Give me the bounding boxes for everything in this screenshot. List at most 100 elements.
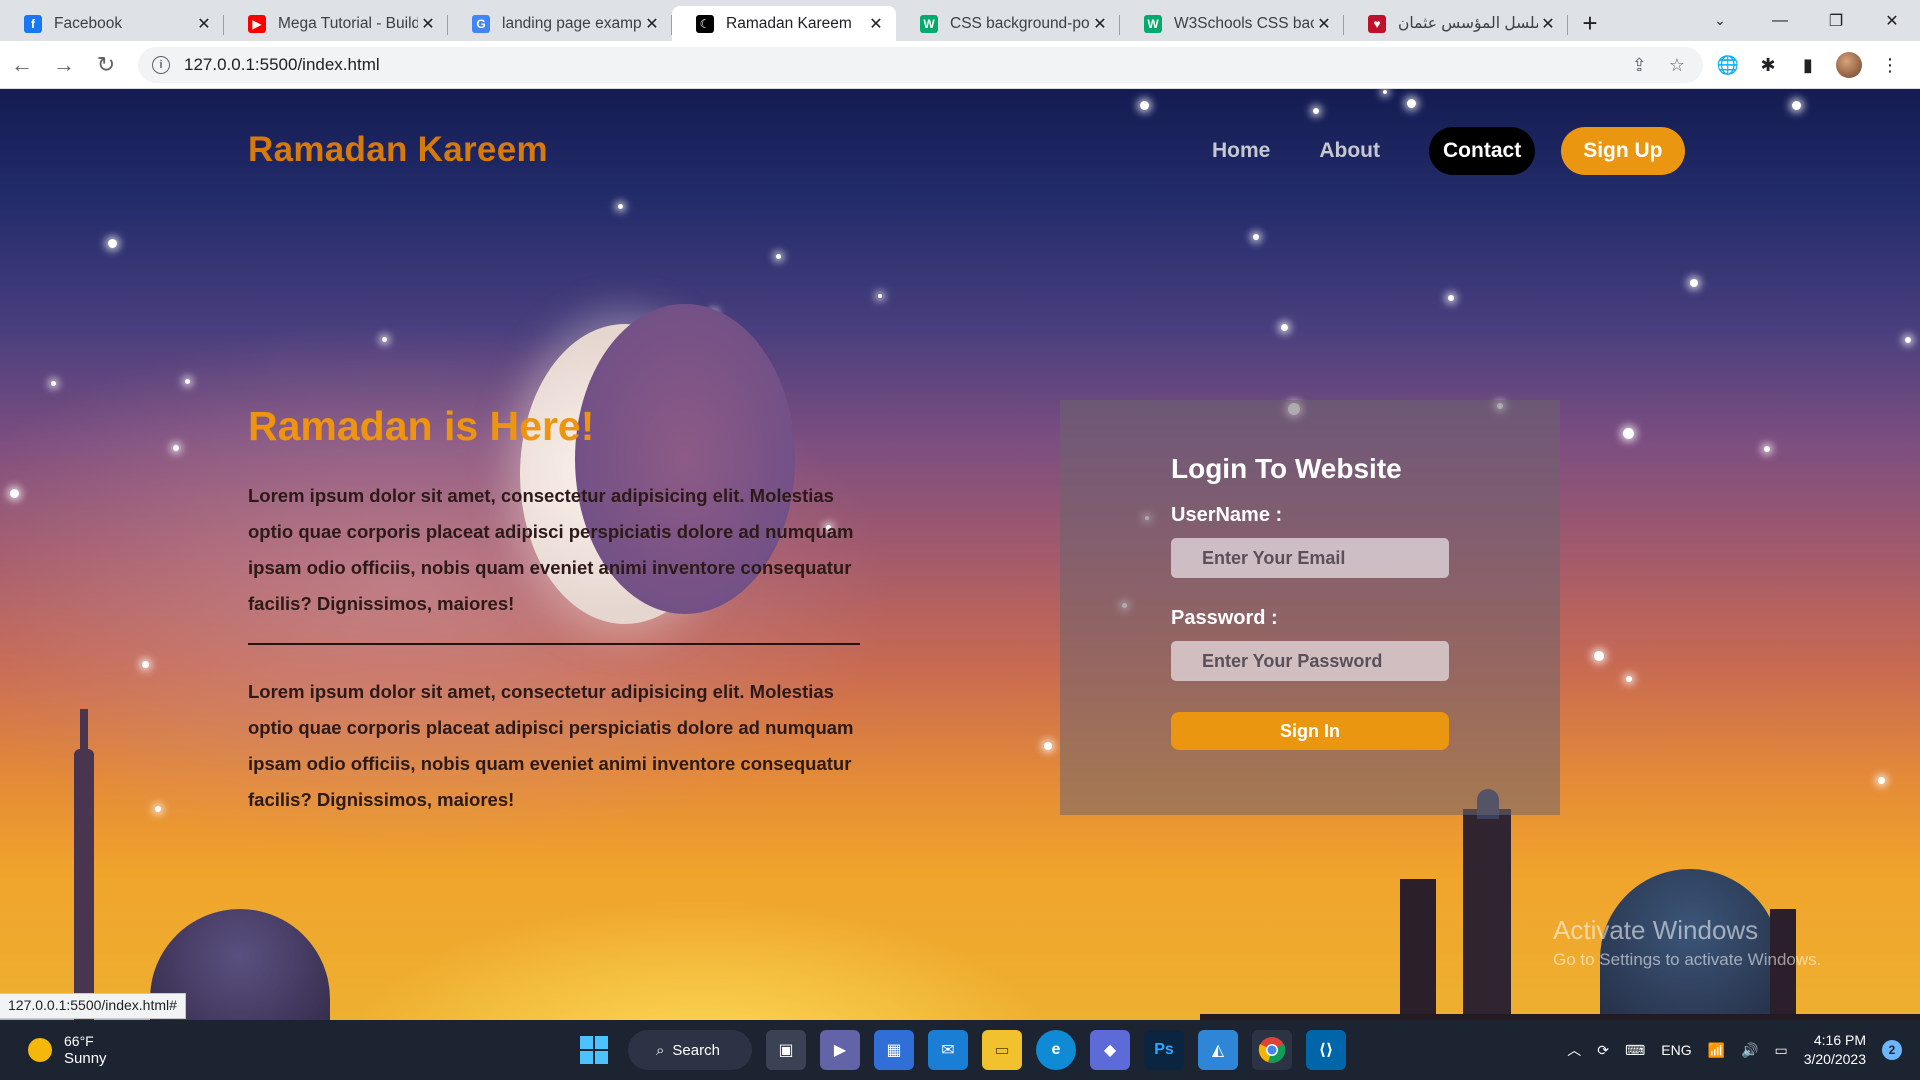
extensions-puzzle-icon[interactable]: ✱ <box>1756 53 1780 77</box>
google-icon: G <box>472 14 490 33</box>
close-tab-icon[interactable]: ✕ <box>1538 14 1558 34</box>
tab-title: landing page example <box>502 14 642 32</box>
share-icon[interactable]: ⇪ <box>1632 55 1647 76</box>
browser-tab[interactable]: ▶ Mega Tutorial - Build ✕ <box>224 6 448 41</box>
browser-tab[interactable]: Glanding page example ✕ <box>448 6 672 41</box>
star-decoration <box>382 337 387 342</box>
weather-desc: Sunny <box>64 1050 107 1067</box>
site-info-icon[interactable]: i <box>152 56 170 74</box>
task-view-icon[interactable]: ▣ <box>766 1030 806 1070</box>
browser-tab[interactable]: W W3Schools CSS backg✕ <box>1120 6 1344 41</box>
close-tab-icon[interactable]: ✕ <box>1314 14 1334 34</box>
close-window-icon[interactable]: ✕ <box>1864 0 1920 41</box>
browser-tab[interactable]: ☾ Ramadan Kareem ✕ <box>672 6 896 41</box>
star-decoration <box>1281 324 1288 331</box>
wifi-icon[interactable]: 📶 <box>1708 1042 1725 1059</box>
sync-icon[interactable]: ⟳ <box>1597 1042 1609 1059</box>
volume-icon[interactable]: 🔊 <box>1741 1042 1758 1059</box>
star-decoration <box>776 254 781 259</box>
photos-icon[interactable]: ◭ <box>1198 1030 1238 1070</box>
star-decoration <box>1594 651 1604 661</box>
language-indicator[interactable]: ENG <box>1661 1042 1691 1058</box>
star-decoration <box>1905 337 1911 343</box>
new-tab-button[interactable]: + <box>1568 6 1612 41</box>
star-decoration <box>618 204 623 209</box>
sun-icon <box>28 1038 52 1062</box>
side-panel-icon[interactable]: ▮ <box>1796 53 1820 77</box>
reload-icon[interactable]: ↻ <box>86 45 126 85</box>
profile-avatar[interactable] <box>1836 52 1862 78</box>
search-icon: ⌕ <box>656 1041 665 1059</box>
hero-title: Ramadan is Here! <box>248 403 595 449</box>
close-tab-icon[interactable]: ✕ <box>642 14 662 34</box>
star-decoration <box>142 661 149 668</box>
forward-icon[interactable]: → <box>44 45 84 85</box>
teams-icon[interactable]: ▶ <box>820 1030 860 1070</box>
taskbar-apps: ⌕ Search ▣ ▶ ▦ ✉ ▭ e ◆ Ps ◭ ⟨⟩ <box>574 1028 1346 1072</box>
nav-about-link[interactable]: About <box>1319 139 1380 163</box>
keyboard-icon[interactable]: ⌨ <box>1625 1042 1645 1059</box>
tab-search-icon[interactable]: ⌄ <box>1700 0 1740 41</box>
vscode-icon[interactable]: ⟨⟩ <box>1306 1030 1346 1070</box>
taskbar-search-label: Search <box>672 1041 720 1059</box>
star-decoration <box>1690 279 1698 287</box>
store-icon[interactable]: ▦ <box>874 1030 914 1070</box>
bookmark-star-icon[interactable]: ☆ <box>1669 55 1685 76</box>
sign-in-button[interactable]: Sign In <box>1171 712 1449 750</box>
address-bar[interactable]: i 127.0.0.1:5500/index.html ⇪ ☆ <box>138 47 1703 83</box>
moon-icon: ☾ <box>696 14 714 33</box>
close-tab-icon[interactable]: ✕ <box>418 14 438 34</box>
taskbar-search[interactable]: ⌕ Search <box>628 1030 752 1070</box>
star-decoration <box>1764 446 1770 452</box>
hero-paragraph-2: Lorem ipsum dolor sit amet, consectetur … <box>248 681 854 810</box>
star-decoration <box>1407 99 1416 108</box>
watermark-line-2: Go to Settings to activate Windows. <box>1553 950 1822 969</box>
star-decoration <box>1140 101 1149 110</box>
tab-title: مسلسل المؤسس عثمان <box>1398 15 1538 32</box>
nav-contact-link[interactable]: Contact <box>1429 127 1536 175</box>
close-tab-icon[interactable]: ✕ <box>1090 14 1110 34</box>
translate-extension-icon[interactable]: 🌐 <box>1716 53 1740 77</box>
browser-tab[interactable]: ♥ مسلسل المؤسس عثمان✕ <box>1344 6 1568 41</box>
facebook-icon: f <box>24 14 42 33</box>
close-tab-icon[interactable]: ✕ <box>194 14 214 34</box>
username-input[interactable] <box>1171 538 1449 578</box>
star-decoration <box>10 489 19 498</box>
browser-tab[interactable]: f Facebook ✕ <box>0 6 224 41</box>
nav-home-link[interactable]: Home <box>1212 139 1270 163</box>
battery-icon[interactable]: ▭ <box>1774 1042 1787 1059</box>
notification-badge[interactable]: 2 <box>1882 1040 1902 1060</box>
menu-kebab-icon[interactable]: ⋮ <box>1878 53 1902 77</box>
password-input[interactable] <box>1171 641 1449 681</box>
back-icon[interactable]: ← <box>2 45 42 85</box>
tray-overflow-chevron-icon[interactable]: ︿ <box>1567 1040 1581 1060</box>
tab-list: f Facebook ✕ ▶ Mega Tutorial - Build ✕ Glandin… <box>0 0 1568 41</box>
sign-up-button[interactable]: Sign Up <box>1561 127 1685 175</box>
star-decoration <box>155 806 161 812</box>
tab-strip: f Facebook ✕ ▶ Mega Tutorial - Build ✕ Glandin… <box>0 0 1920 41</box>
weather-temp: 66°F <box>64 1033 94 1049</box>
browser-tab[interactable]: W CSS background-posi ✕ <box>896 6 1120 41</box>
close-tab-icon[interactable]: ✕ <box>866 14 886 34</box>
tab-title: CSS background-posi <box>950 14 1090 32</box>
youtube-icon: ▶ <box>248 14 266 33</box>
activate-windows-watermark: Activate Windows Go to Settings to activ… <box>1553 915 1821 970</box>
star-decoration <box>1623 428 1634 439</box>
mail-icon[interactable]: ✉ <box>928 1030 968 1070</box>
start-icon[interactable] <box>574 1030 614 1070</box>
site-logo[interactable]: Ramadan Kareem <box>248 130 548 170</box>
hero-paragraph-1: Lorem ipsum dolor sit amet, consectetur … <box>248 485 854 614</box>
weather-widget[interactable]: 66°F Sunny <box>28 1032 107 1068</box>
minimize-icon[interactable]: — <box>1752 0 1808 41</box>
star-decoration <box>1448 295 1454 301</box>
restore-icon[interactable]: ❐ <box>1808 0 1864 41</box>
copilot-icon[interactable]: ◆ <box>1090 1030 1130 1070</box>
edge-icon[interactable]: e <box>1036 1030 1076 1070</box>
tab-title: W3Schools CSS backg <box>1174 14 1314 32</box>
url-text: 127.0.0.1:5500/index.html <box>184 55 380 74</box>
star-decoration <box>1383 90 1387 94</box>
file-explorer-icon[interactable]: ▭ <box>982 1030 1022 1070</box>
photoshop-icon[interactable]: Ps <box>1144 1030 1184 1070</box>
clock[interactable]: 4:16 PM 3/20/2023 <box>1804 1031 1866 1069</box>
chrome-icon[interactable] <box>1252 1030 1292 1070</box>
